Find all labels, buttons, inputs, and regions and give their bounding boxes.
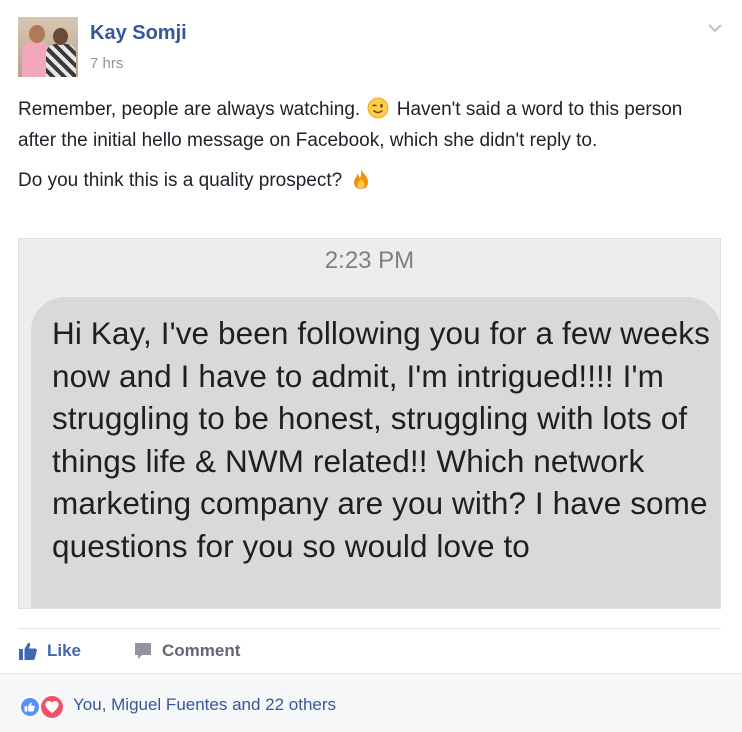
avatar-person-left-head bbox=[29, 25, 45, 43]
message-text: Hi Kay, I've been following you for a fe… bbox=[52, 315, 710, 564]
post-paragraph-2: Do you think this is a quality prospect? bbox=[18, 165, 718, 196]
message-time: 2:23 PM bbox=[324, 247, 415, 274]
actions-divider bbox=[18, 628, 721, 629]
like-button[interactable]: Like bbox=[18, 636, 81, 666]
avatar-person-right-head bbox=[53, 28, 68, 45]
post-timestamp[interactable]: 7 hrs bbox=[90, 55, 123, 72]
reaction-summary[interactable]: You, Miguel Fuentes and 22 others bbox=[73, 695, 336, 715]
post-header: Kay Somji 7 hrs bbox=[18, 17, 728, 79]
author-avatar[interactable] bbox=[18, 17, 78, 77]
like-label: Like bbox=[47, 641, 82, 660]
like-reaction-icon bbox=[19, 696, 41, 718]
post-paragraph-2-text: Do you think this is a quality prospect? bbox=[18, 170, 343, 191]
thumbs-up-icon bbox=[19, 642, 37, 660]
wink-emoji-icon bbox=[368, 97, 389, 119]
avatar-person-right bbox=[46, 44, 76, 77]
love-reaction-icon bbox=[39, 694, 65, 720]
attached-screenshot[interactable]: 2:23 PM Hi Kay, I've been following you … bbox=[18, 238, 721, 609]
comment-button[interactable]: Comment bbox=[133, 636, 240, 666]
chevron-down-icon[interactable] bbox=[706, 19, 724, 37]
fire-emoji-icon bbox=[353, 169, 368, 189]
reaction-icons[interactable] bbox=[19, 694, 65, 720]
reactions-footer: You, Miguel Fuentes and 22 others bbox=[0, 673, 742, 732]
comment-icon bbox=[135, 643, 151, 659]
comment-label: Comment bbox=[162, 641, 241, 660]
author-name[interactable]: Kay Somji bbox=[90, 22, 187, 45]
post-actions: Like Comment bbox=[18, 636, 721, 668]
post-paragraph-1-start: Remember, people are always watching. bbox=[18, 99, 361, 120]
post-paragraph-1: Remember, people are always watching. Ha… bbox=[18, 94, 718, 156]
post-body: Remember, people are always watching. Ha… bbox=[18, 94, 718, 196]
